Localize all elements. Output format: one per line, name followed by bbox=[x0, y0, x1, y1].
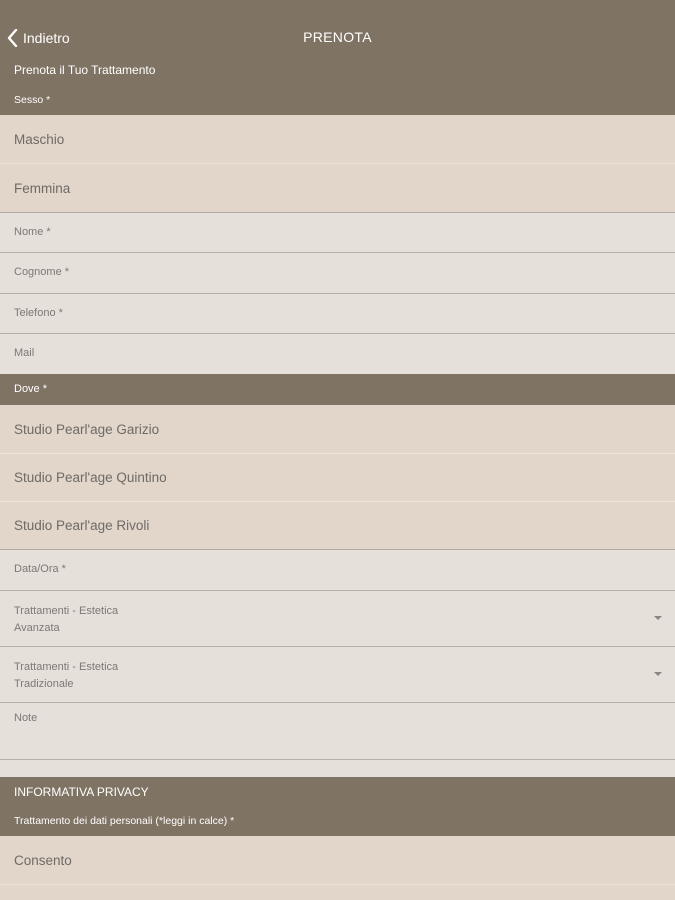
trattamenti-tradizionale-select[interactable]: Trattamenti - Estetica Tradizionale bbox=[0, 647, 675, 703]
mail-field[interactable]: Mail bbox=[0, 334, 675, 374]
nome-label: Nome * bbox=[14, 226, 51, 238]
option-label: Femmina bbox=[14, 180, 71, 196]
nome-field[interactable]: Nome * bbox=[0, 213, 675, 253]
note-label: Note bbox=[14, 712, 38, 724]
telefono-label: Telefono * bbox=[14, 307, 63, 319]
data-ora-label: Data/Ora * bbox=[14, 563, 66, 575]
spacer bbox=[0, 760, 675, 777]
dove-option-quintino[interactable]: Studio Pearl'age Quintino bbox=[0, 454, 675, 502]
trattamenti-avanzata-label: Trattamenti - Estetica Avanzata bbox=[14, 605, 119, 634]
privacy-section-header: INFORMATIVA PRIVACY Trattamento dei dati… bbox=[0, 777, 675, 836]
privacy-option-next[interactable] bbox=[0, 885, 675, 900]
dove-option-garizio[interactable]: Studio Pearl'age Garizio bbox=[0, 405, 675, 454]
option-label: Maschio bbox=[14, 131, 65, 147]
option-label: Studio Pearl'age Garizio bbox=[14, 421, 160, 437]
sesso-option-maschio[interactable]: Maschio bbox=[0, 115, 675, 164]
cognome-field[interactable]: Cognome * bbox=[0, 253, 675, 294]
note-field[interactable]: Note bbox=[0, 703, 675, 760]
sesso-label: Sesso * bbox=[14, 94, 51, 106]
cognome-label: Cognome * bbox=[14, 266, 70, 278]
mail-label: Mail bbox=[14, 347, 35, 359]
trattamenti-tradizionale-label: Trattamenti - Estetica Tradizionale bbox=[14, 661, 119, 690]
dove-section-header: Dove * bbox=[0, 374, 675, 405]
dropdown-arrow-icon bbox=[654, 672, 662, 676]
page-title: PRENOTA bbox=[303, 29, 372, 45]
privacy-option-consento[interactable]: Consento bbox=[0, 836, 675, 885]
dove-label: Dove * bbox=[14, 383, 48, 395]
option-label: Consento bbox=[14, 852, 72, 868]
trattamenti-avanzata-select[interactable]: Trattamenti - Estetica Avanzata bbox=[0, 591, 675, 647]
telefono-field[interactable]: Telefono * bbox=[0, 294, 675, 334]
form-heading: Prenota il Tuo Trattamento bbox=[14, 63, 156, 77]
dove-option-rivoli[interactable]: Studio Pearl'age Rivoli bbox=[0, 502, 675, 550]
option-label: Studio Pearl'age Rivoli bbox=[14, 518, 150, 533]
sesso-option-femmina[interactable]: Femmina bbox=[0, 164, 675, 213]
header: Indietro PRENOTA Prenota il Tuo Trattame… bbox=[0, 0, 675, 115]
privacy-heading: INFORMATIVA PRIVACY bbox=[14, 785, 149, 799]
data-ora-field[interactable]: Data/Ora * bbox=[0, 550, 675, 591]
dropdown-arrow-icon bbox=[654, 616, 662, 620]
option-label: Studio Pearl'age Quintino bbox=[14, 470, 167, 485]
privacy-label: Trattamento dei dati personali (*leggi i… bbox=[14, 815, 235, 827]
